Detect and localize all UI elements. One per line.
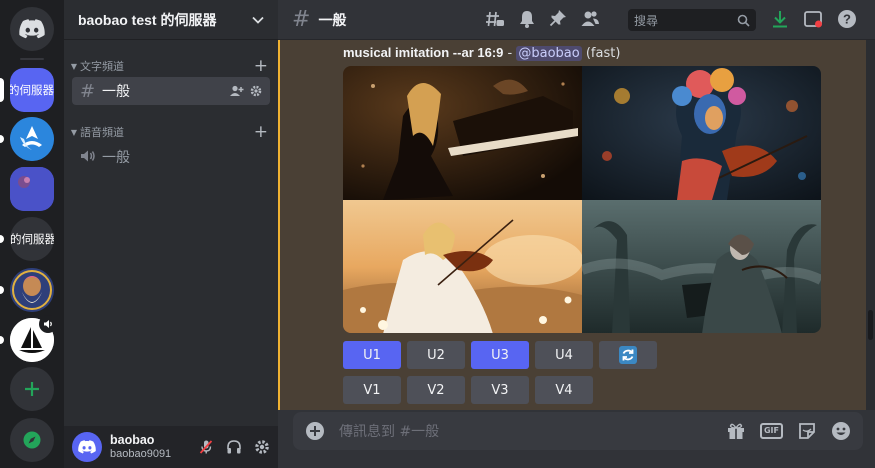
scrollbar-track[interactable] <box>866 40 875 410</box>
add-server-button[interactable] <box>10 367 54 411</box>
channel-header: # 一般 搜尋 ? <box>278 0 875 40</box>
pin-icon[interactable] <box>549 9 567 29</box>
chevron-down-icon: ▼ <box>70 127 78 137</box>
member-list-icon[interactable] <box>580 9 600 29</box>
message-input-placeholder: 傳訊息到 #一般 <box>339 424 440 440</box>
separator: - <box>503 46 517 61</box>
server-4[interactable]: 的伺服器 <box>10 217 54 261</box>
refresh-icon <box>619 346 637 364</box>
upscale-2-button[interactable]: U2 <box>407 341 465 369</box>
chevron-down-icon: ▼ <box>70 61 78 71</box>
server-rail: t的伺服器 的伺服器 <box>0 0 64 468</box>
channel-name: 一般 <box>102 84 130 100</box>
variation-3-button[interactable]: V3 <box>471 376 529 404</box>
channel-name: 一般 <box>102 150 130 166</box>
emoji-icon[interactable] <box>831 421 851 441</box>
user-tag: baobao9091 <box>110 447 172 460</box>
discord-logo-icon <box>78 440 96 454</box>
selected-server-indicator <box>0 78 4 102</box>
avatar[interactable] <box>72 432 102 462</box>
explore-servers-button[interactable] <box>10 418 54 462</box>
username: baobao <box>110 433 155 448</box>
guild-name: baobao test 的伺服器 <box>78 11 217 28</box>
variation-1-button[interactable]: V1 <box>343 376 401 404</box>
plus-icon <box>25 382 39 396</box>
speaker-icon <box>80 147 102 168</box>
upscale-3-button[interactable]: U3 <box>471 341 529 369</box>
search-input[interactable]: 搜尋 <box>628 9 756 31</box>
server-label: t的伺服器 <box>10 83 54 97</box>
generated-image-grid[interactable] <box>343 66 821 333</box>
download-icon[interactable] <box>771 9 789 29</box>
unread-indicator <box>0 336 4 344</box>
gif-icon[interactable]: GIF <box>759 423 783 439</box>
threads-icon[interactable] <box>485 9 505 29</box>
text-channel-hash-icon: # <box>80 80 96 102</box>
discord-window: t的伺服器 的伺服器 <box>0 0 875 468</box>
server-5[interactable] <box>10 268 54 312</box>
headphones-icon[interactable] <box>226 439 242 455</box>
gear-icon[interactable] <box>254 439 270 455</box>
server-logo-icon <box>10 117 54 161</box>
rail-separator <box>20 58 44 60</box>
text-channel-hash-icon: # <box>292 7 311 32</box>
server-avatar-icon <box>10 268 54 312</box>
guild-header[interactable]: baobao test 的伺服器 <box>64 0 278 40</box>
microphone-muted-icon[interactable] <box>198 439 214 455</box>
image-tile-colorful-violinist[interactable] <box>582 66 821 200</box>
chevron-down-icon <box>252 16 264 24</box>
search-icon <box>737 14 750 27</box>
svg-text:?: ? <box>843 12 851 27</box>
prompt-text: musical imitation --ar 16:9 <box>343 45 504 60</box>
channel-sidebar: baobao test 的伺服器 ▼ 文字頻道 + # 一般 ▼ 語音頻道 + … <box>64 0 278 468</box>
gift-icon[interactable] <box>726 421 746 441</box>
category-text-channels[interactable]: ▼ 文字頻道 + <box>68 57 272 75</box>
unread-indicator <box>0 286 4 294</box>
server-baobao-test[interactable]: t的伺服器 <box>10 68 54 112</box>
server-label: 的伺服器 <box>10 232 54 246</box>
message-content: musical imitation --ar 16:9 - @baobao (f… <box>343 45 620 61</box>
create-channel-plus-icon[interactable]: + <box>254 123 272 141</box>
home-button[interactable] <box>10 7 54 51</box>
upscale-4-button[interactable]: U4 <box>535 341 593 369</box>
server-midjourney[interactable] <box>10 315 57 362</box>
inbox-icon[interactable] <box>803 9 823 29</box>
discord-logo-icon <box>19 19 45 39</box>
channel-general-voice[interactable]: 一般 <box>72 143 270 171</box>
image-tile-golden-violinist[interactable] <box>343 199 582 333</box>
compass-icon <box>23 431 41 449</box>
channel-title: 一般 <box>318 12 347 29</box>
variation-2-button[interactable]: V2 <box>407 376 465 404</box>
category-label: 文字頻道 <box>80 60 124 73</box>
voice-activity-icon <box>39 315 57 333</box>
create-channel-plus-icon[interactable]: + <box>254 57 272 75</box>
search-placeholder: 搜尋 <box>634 13 659 28</box>
message-composer[interactable]: 傳訊息到 #一般 GIF <box>293 412 863 450</box>
user-mention[interactable]: @baobao <box>516 46 582 61</box>
scrollbar-thumb[interactable] <box>868 310 873 340</box>
mention-highlight-bar <box>278 40 280 410</box>
server-2[interactable] <box>10 117 54 161</box>
unread-indicator <box>0 135 4 143</box>
server-3[interactable] <box>10 167 54 211</box>
variation-4-button[interactable]: V4 <box>535 376 593 404</box>
mode-text: (fast) <box>585 46 621 61</box>
image-tile-misty-forest[interactable] <box>582 199 821 333</box>
help-icon[interactable]: ? <box>837 9 857 29</box>
upscale-1-button[interactable]: U1 <box>343 341 401 369</box>
reroll-button[interactable] <box>599 341 657 369</box>
server-image-icon <box>10 167 54 211</box>
channel-general-text[interactable]: # 一般 <box>72 77 270 105</box>
user-panel: baobao baobao9091 <box>64 426 278 468</box>
category-voice-channels[interactable]: ▼ 語音頻道 + <box>68 123 272 141</box>
invite-user-icon[interactable] <box>230 85 244 97</box>
image-tile-pianist[interactable] <box>343 66 582 200</box>
unread-indicator <box>0 235 4 243</box>
notification-bell-icon[interactable] <box>518 9 536 29</box>
gear-icon[interactable] <box>250 85 262 97</box>
category-label: 語音頻道 <box>80 126 124 139</box>
sticker-icon[interactable] <box>797 421 817 441</box>
add-attachment-icon[interactable] <box>305 421 325 441</box>
